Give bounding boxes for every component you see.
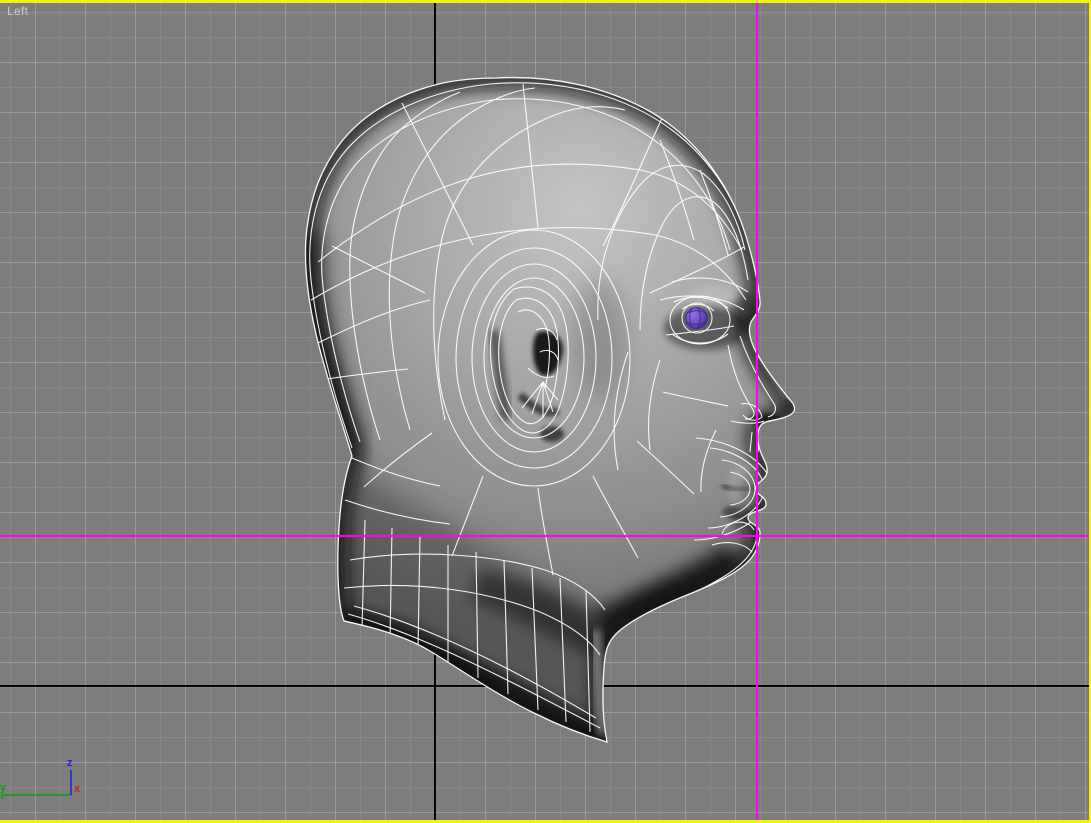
eyeball[interactable]: [685, 307, 708, 329]
y-axis-label: y: [0, 782, 7, 794]
head-model[interactable]: [0, 0, 1091, 823]
z-axis-label: z: [67, 757, 73, 769]
horizontal-guide-line: [0, 535, 1091, 537]
viewport-label[interactable]: Left: [7, 4, 28, 18]
viewport[interactable]: Left z y x: [0, 0, 1091, 823]
x-axis-label: x: [74, 783, 81, 795]
y-axis-line: [1, 794, 71, 799]
axis-tripod-gizmo: z y x: [0, 757, 81, 799]
vertical-guide-line: [756, 0, 758, 823]
active-viewport-border-top: [0, 0, 1091, 3]
